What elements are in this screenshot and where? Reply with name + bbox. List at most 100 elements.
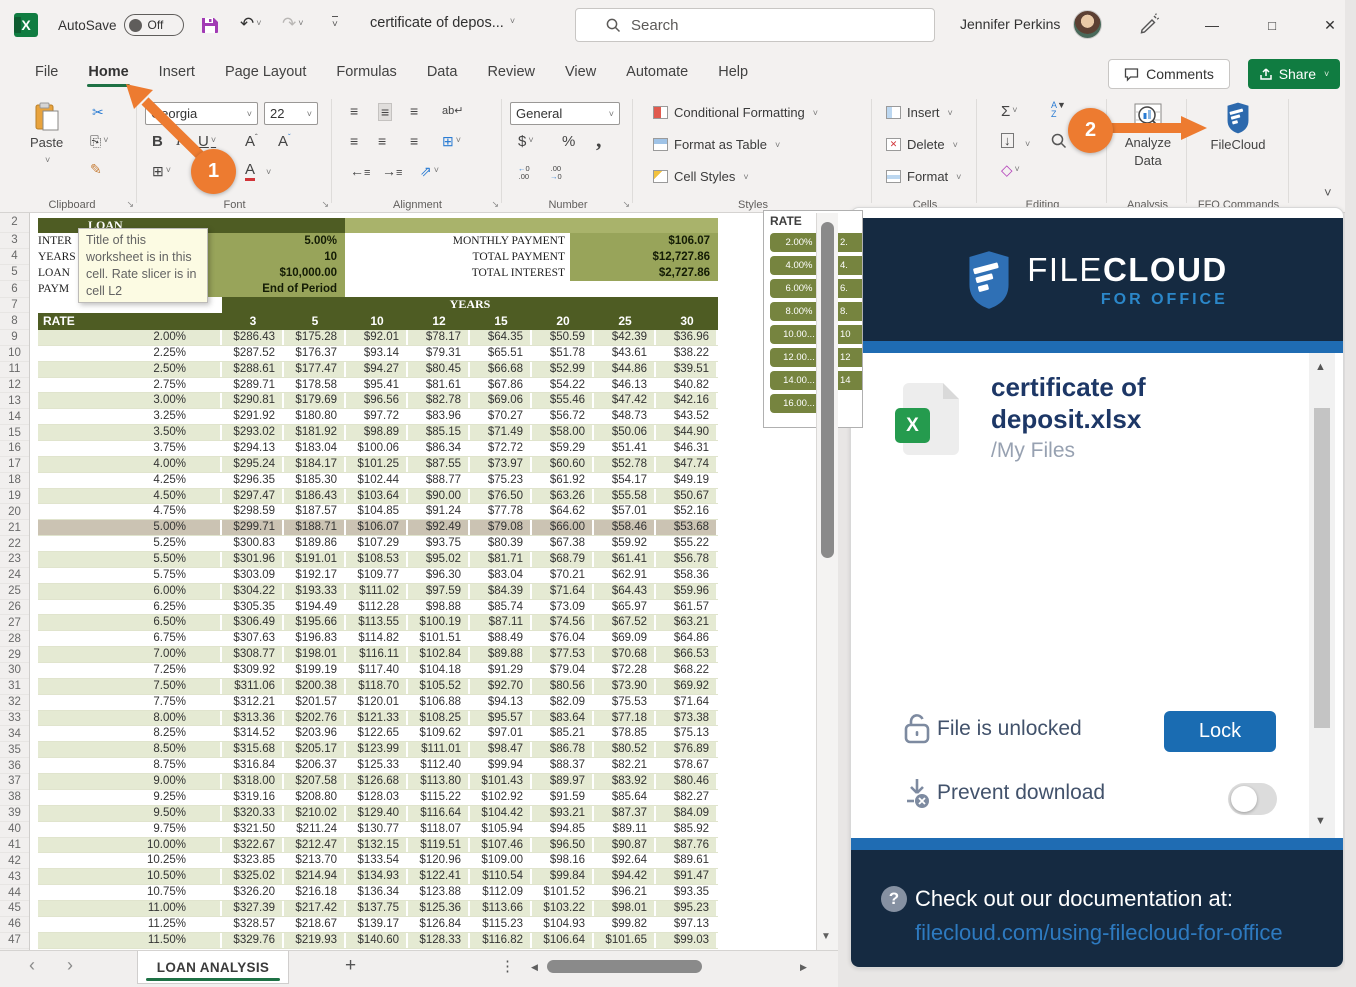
payment-cell[interactable]: $87.37 (594, 806, 656, 821)
payment-cell[interactable]: $319.16 (222, 790, 284, 805)
payment-cell[interactable]: $193.33 (284, 584, 346, 599)
pen-sparkle-icon[interactable] (1138, 13, 1160, 40)
payment-cell[interactable]: $98.01 (594, 901, 656, 916)
payment-cell[interactable]: $103.22 (532, 901, 594, 916)
row-number[interactable]: 2 (0, 213, 29, 233)
payment-cell[interactable]: $79.04 (532, 663, 594, 678)
payment-cell[interactable]: $115.22 (408, 790, 470, 805)
payment-cell[interactable]: $63.26 (532, 489, 594, 504)
row-number[interactable]: 42 (0, 853, 29, 869)
rate-cell[interactable]: 3.25% (38, 409, 222, 424)
undo-button[interactable]: ↶˅ (240, 14, 262, 34)
payment-cell[interactable]: $79.08 (470, 520, 532, 535)
rate-cell[interactable]: 9.50% (38, 806, 222, 821)
sheet-tab-loan-analysis[interactable]: LOAN ANALYSIS (137, 951, 289, 984)
row-number[interactable]: 21 (0, 520, 29, 536)
rate-cell[interactable]: 9.75% (38, 822, 222, 837)
payment-cell[interactable]: $105.52 (408, 679, 470, 694)
payment-cell[interactable]: $80.46 (656, 774, 718, 789)
payment-cell[interactable]: $113.66 (470, 901, 532, 916)
rate-cell[interactable]: 10.75% (38, 885, 222, 900)
payment-cell[interactable]: $116.64 (408, 806, 470, 821)
payment-cell[interactable]: $95.57 (470, 711, 532, 726)
copy-icon[interactable]: ⎘˅ (90, 133, 108, 150)
payment-cell[interactable]: $83.96 (408, 409, 470, 424)
payment-cell[interactable]: $199.19 (284, 663, 346, 678)
payment-cell[interactable]: $194.49 (284, 600, 346, 615)
payment-cell[interactable]: $101.25 (346, 457, 408, 472)
summary-result-value[interactable]: $2,727.86 (570, 265, 718, 281)
payment-cell[interactable]: $120.01 (346, 695, 408, 710)
autosave-control[interactable]: AutoSave Off (58, 14, 184, 36)
payment-cell[interactable]: $71.64 (656, 695, 718, 710)
payment-cell[interactable]: $290.81 (222, 393, 284, 408)
payment-cell[interactable]: $97.01 (470, 726, 532, 741)
rate-cell[interactable]: 4.25% (38, 473, 222, 488)
payment-cell[interactable]: $73.97 (470, 457, 532, 472)
payment-cell[interactable]: $95.02 (408, 552, 470, 567)
payment-cell[interactable]: $111.01 (408, 742, 470, 757)
payment-cell[interactable]: $289.71 (222, 378, 284, 393)
payment-cell[interactable]: $54.22 (532, 378, 594, 393)
row-number[interactable]: 4 (0, 249, 29, 265)
tab-insert[interactable]: Insert (144, 55, 210, 91)
collapse-ribbon-icon[interactable]: ˅ (1324, 185, 1332, 200)
scroll-left-icon[interactable]: ◀ (531, 962, 538, 973)
payment-cell[interactable]: $71.64 (532, 584, 594, 599)
table-row[interactable]: 6.25%$305.35$194.49$112.28$98.88$85.74$7… (38, 600, 718, 616)
payment-cell[interactable]: $112.09 (470, 885, 532, 900)
rate-cell[interactable]: 2.00% (38, 330, 222, 345)
tab-page-layout[interactable]: Page Layout (210, 55, 321, 91)
rate-cell[interactable]: 3.75% (38, 441, 222, 456)
payment-cell[interactable]: $298.59 (222, 504, 284, 519)
payment-cell[interactable]: $299.71 (222, 520, 284, 535)
payment-cell[interactable]: $92.70 (470, 679, 532, 694)
payment-cell[interactable]: $318.00 (222, 774, 284, 789)
table-row[interactable]: 11.00%$327.39$217.42$137.75$125.36$113.6… (38, 901, 718, 917)
payment-cell[interactable]: $56.72 (532, 409, 594, 424)
payment-cell[interactable]: $206.37 (284, 758, 346, 773)
rate-cell[interactable]: 6.50% (38, 615, 222, 630)
tab-formulas[interactable]: Formulas (321, 55, 411, 91)
delete-cells-button[interactable]: ✕ Delete˅ (886, 137, 958, 152)
row-number[interactable]: 18 (0, 473, 29, 489)
payment-cell[interactable]: $68.79 (532, 552, 594, 567)
row-number[interactable]: 12 (0, 378, 29, 394)
horizontal-scrollbar-thumb[interactable] (547, 960, 702, 973)
increase-indent-icon[interactable]: →≡ (382, 163, 402, 179)
payment-cell[interactable]: $92.64 (594, 853, 656, 868)
rate-cell[interactable]: 9.25% (38, 790, 222, 805)
format-cells-button[interactable]: Format˅ (886, 169, 961, 184)
rate-cell[interactable]: 3.50% (38, 425, 222, 440)
payment-cell[interactable]: $77.53 (532, 647, 594, 662)
payment-cell[interactable]: $119.51 (408, 838, 470, 853)
increase-font-button[interactable]: Aˆ (245, 133, 258, 150)
close-button[interactable]: ✕ (1314, 12, 1346, 38)
rate-cell[interactable]: 10.50% (38, 869, 222, 884)
rate-cell[interactable]: 5.00% (38, 520, 222, 535)
payment-cell[interactable]: $38.22 (656, 346, 718, 361)
payment-cell[interactable]: $123.99 (346, 742, 408, 757)
table-row[interactable]: 7.75%$312.21$201.57$120.01$106.88$94.13$… (38, 695, 718, 711)
number-dialog-launcher[interactable]: ↘ (622, 199, 630, 210)
payment-cell[interactable]: $75.23 (470, 473, 532, 488)
payment-cell[interactable]: $126.84 (408, 917, 470, 932)
row-number[interactable]: 22 (0, 536, 29, 552)
row-number[interactable]: 6 (0, 281, 29, 298)
row-number[interactable]: 36 (0, 758, 29, 774)
payment-cell[interactable]: $88.49 (470, 631, 532, 646)
payment-cell[interactable]: $54.17 (594, 473, 656, 488)
excel-app-icon[interactable]: X (14, 13, 38, 37)
table-row[interactable]: 4.50%$297.47$186.43$103.64$90.00$76.50$6… (38, 489, 718, 505)
search-input[interactable]: Search (575, 8, 935, 42)
payment-cell[interactable]: $205.17 (284, 742, 346, 757)
payment-cell[interactable]: $178.58 (284, 378, 346, 393)
payment-cell[interactable]: $83.64 (532, 711, 594, 726)
payment-cell[interactable]: $107.29 (346, 536, 408, 551)
panel-scroll-down-icon[interactable]: ▼ (1315, 815, 1326, 827)
analyze-data-button[interactable]: Analyze Data (1117, 102, 1179, 168)
align-top-icon[interactable]: ≡ (350, 103, 358, 119)
payment-cell[interactable]: $86.78 (532, 742, 594, 757)
payment-cell[interactable]: $80.45 (408, 362, 470, 377)
payment-cell[interactable]: $188.71 (284, 520, 346, 535)
